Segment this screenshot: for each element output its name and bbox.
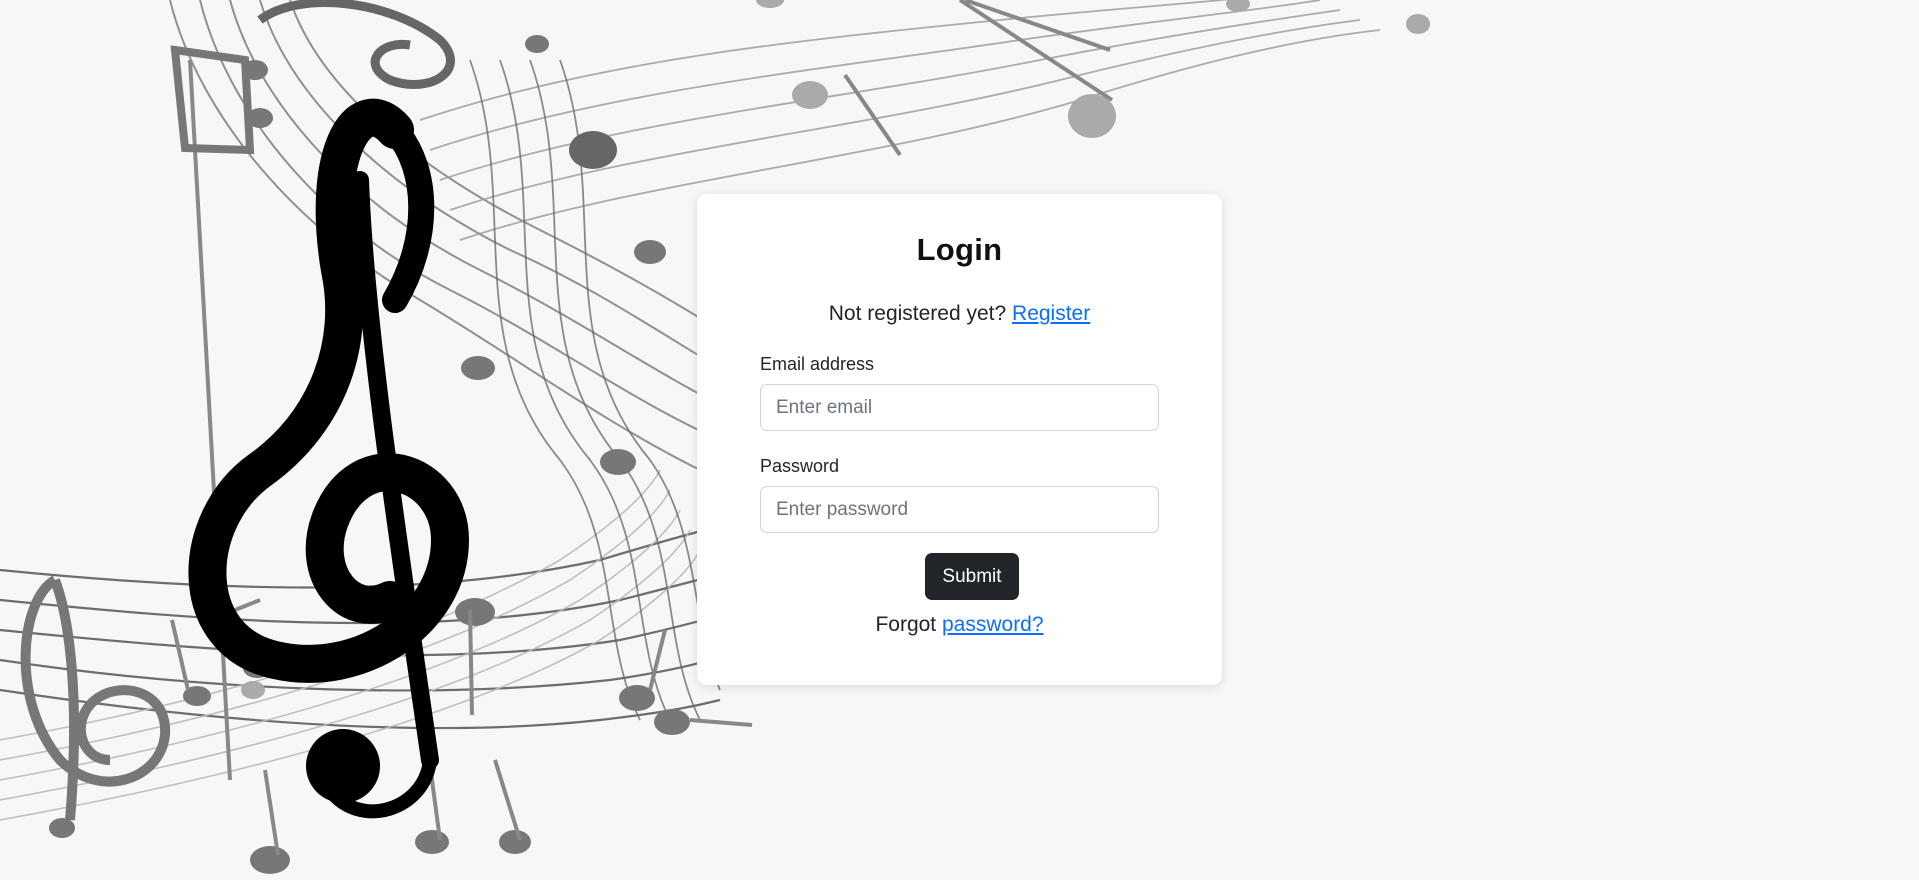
treble-clef-small-grey-icon bbox=[20, 575, 171, 821]
register-prompt: Not registered yet? Register bbox=[697, 302, 1222, 326]
page-title: Login bbox=[916, 232, 1003, 267]
password-field[interactable] bbox=[760, 486, 1159, 533]
forgot-password-link[interactable]: password? bbox=[942, 613, 1044, 636]
email-label: Email address bbox=[760, 354, 875, 374]
login-card: Login Not registered yet? Register Email… bbox=[697, 194, 1222, 685]
forgot-password-line: Forgot password? bbox=[697, 613, 1222, 637]
submit-button[interactable]: Submit bbox=[925, 553, 1019, 600]
password-label: Password bbox=[760, 456, 840, 476]
register-prompt-text: Not registered yet? bbox=[828, 302, 1013, 325]
register-link[interactable]: Register bbox=[1012, 302, 1090, 325]
treble-clef-icon bbox=[188, 98, 470, 819]
clef-swirl-grey bbox=[257, 0, 455, 89]
email-field[interactable] bbox=[760, 384, 1159, 431]
forgot-prefix-text: Forgot bbox=[875, 613, 942, 636]
